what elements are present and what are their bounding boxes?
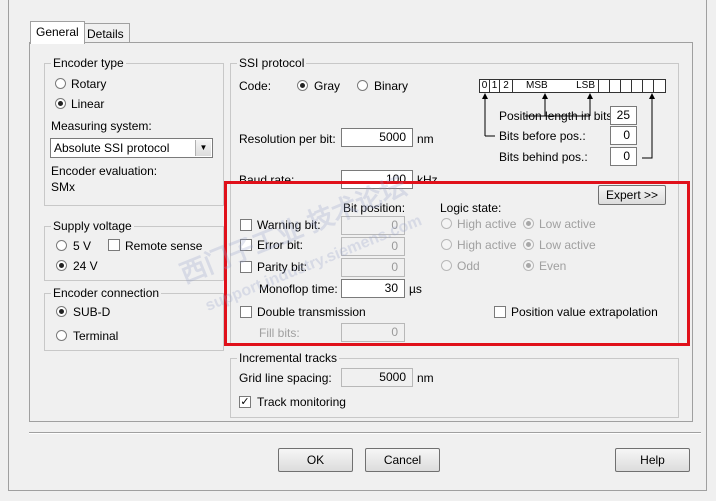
incremental-tracks-title: Incremental tracks (237, 351, 340, 365)
position-length-label: Position length in bits: (499, 109, 616, 123)
tab-details-label: Details (87, 27, 124, 41)
voltage-5v-radio[interactable] (56, 240, 67, 251)
ssi-protocol-title: SSI protocol (237, 56, 307, 70)
supply-voltage-title: Supply voltage (51, 219, 134, 233)
terminal-label: Terminal (73, 329, 119, 343)
sub-d-label: SUB-D (73, 305, 111, 319)
measuring-system-label: Measuring system: (51, 119, 152, 133)
sub-d-radio[interactable] (56, 306, 67, 317)
ok-button[interactable]: OK (278, 448, 353, 472)
bits-before-label: Bits before pos.: (499, 129, 586, 143)
track-monitoring-label: Track monitoring (257, 395, 346, 409)
remote-sense-label: Remote sense (125, 239, 203, 253)
measuring-system-select[interactable]: Absolute SSI protocol ▼ (50, 138, 213, 158)
grid-spacing-unit: nm (417, 371, 434, 385)
voltage-24v-label: 24 V (73, 259, 98, 273)
bits-before-field[interactable]: 0 (610, 126, 637, 145)
expert-highlight-box (224, 181, 690, 346)
position-length-field[interactable]: 25 (610, 106, 637, 125)
grid-spacing-label: Grid line spacing: (239, 371, 332, 385)
chevron-down-icon[interactable]: ▼ (195, 140, 211, 156)
linear-radio[interactable] (55, 98, 66, 109)
measuring-system-value: Absolute SSI protocol (54, 141, 170, 155)
resolution-unit: nm (417, 132, 434, 146)
encoder-evaluation-value: SMx (51, 180, 75, 194)
bit-msb-label: MSB (526, 80, 548, 91)
rotary-radio[interactable] (55, 78, 66, 89)
resolution-label: Resolution per bit: (239, 132, 336, 146)
voltage-5v-label: 5 V (73, 239, 92, 253)
footer-divider (29, 432, 701, 434)
code-label: Code: (239, 79, 272, 93)
bit-msb-lsb-cell: MSB LSB (512, 79, 599, 93)
rotary-label: Rotary (71, 77, 107, 91)
help-button[interactable]: Help (615, 448, 690, 472)
remote-sense-checkbox[interactable] (108, 239, 120, 251)
tab-details[interactable]: Details (81, 23, 130, 44)
encoder-connection-group: Encoder connection (44, 286, 224, 351)
bits-behind-label: Bits behind pos.: (499, 150, 588, 164)
code-binary-radio[interactable] (357, 80, 368, 91)
bit-lsb-label: LSB (576, 80, 595, 91)
code-gray-radio[interactable] (297, 80, 308, 91)
code-gray-label: Gray (314, 79, 341, 93)
tab-general[interactable]: General (30, 21, 85, 44)
bits-behind-field[interactable]: 0 (610, 147, 637, 166)
bit-cell-empty (653, 79, 666, 93)
grid-spacing-field[interactable]: 5000 (341, 368, 413, 387)
tab-general-label: General (36, 25, 79, 39)
incremental-tracks-group: Incremental tracks (230, 351, 679, 418)
encoder-connection-title: Encoder connection (51, 286, 162, 300)
resolution-field[interactable]: 5000 (341, 128, 413, 147)
cancel-button[interactable]: Cancel (365, 448, 440, 472)
encoder-type-title: Encoder type (51, 56, 126, 70)
supply-voltage-group: Supply voltage (44, 219, 224, 281)
terminal-radio[interactable] (56, 330, 67, 341)
code-binary-label: Binary (374, 79, 409, 93)
track-monitoring-checkbox[interactable]: ✓ (239, 396, 251, 408)
encoder-evaluation-label: Encoder evaluation: (51, 164, 158, 178)
bit-cell-2: 2 (499, 79, 513, 93)
linear-label: Linear (71, 97, 105, 111)
voltage-24v-radio[interactable] (56, 260, 67, 271)
